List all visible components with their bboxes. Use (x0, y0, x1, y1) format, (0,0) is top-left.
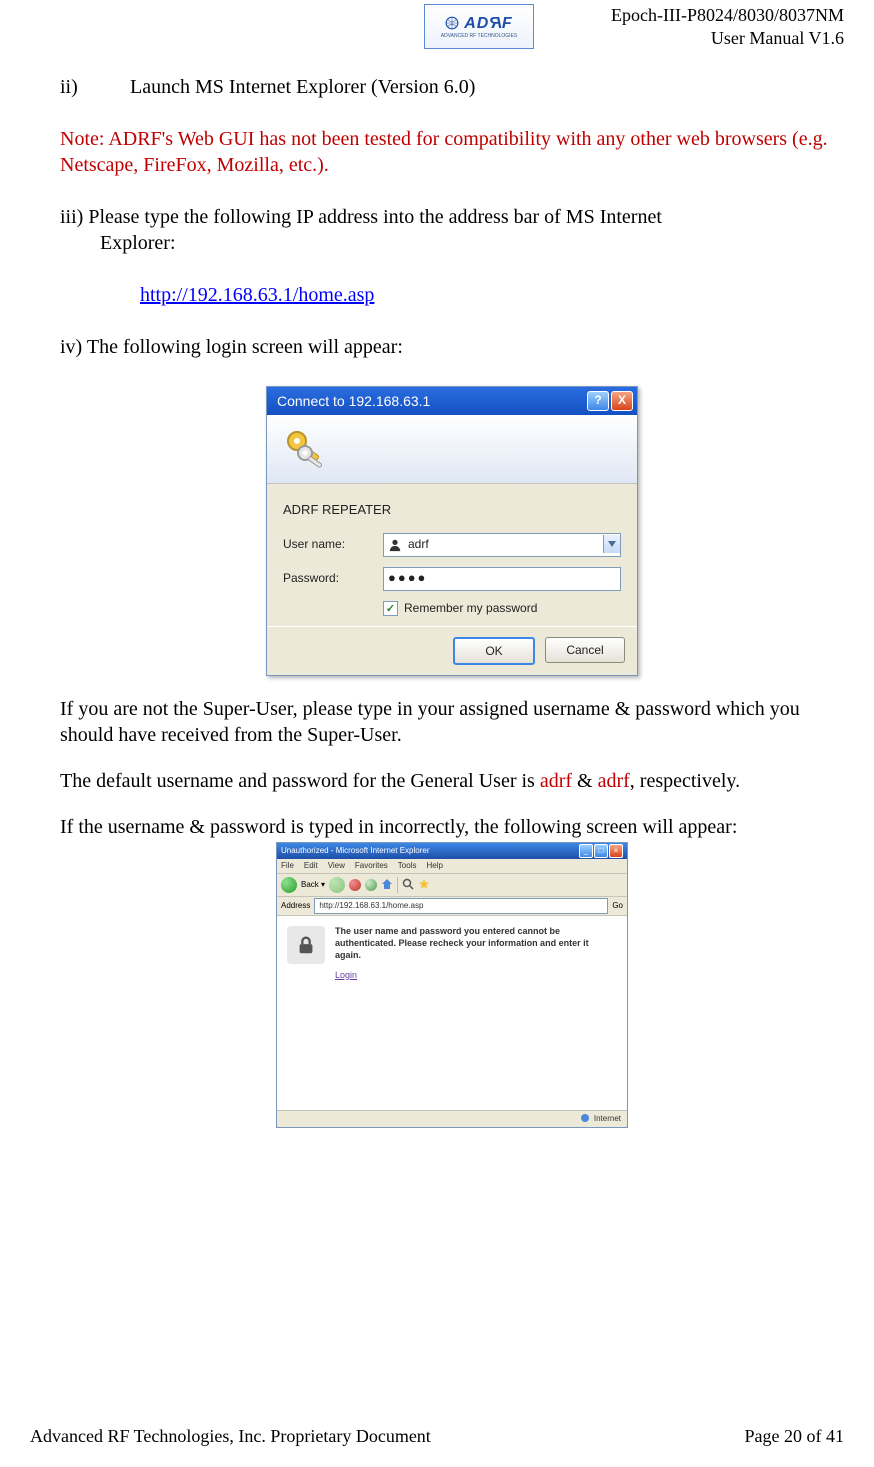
menu-view[interactable]: View (328, 861, 345, 871)
home-icon[interactable] (381, 878, 393, 893)
manual-version: User Manual V1.6 (554, 27, 844, 50)
remember-checkbox[interactable]: ✓ (383, 601, 398, 616)
item-iii: iii) Please type the following IP addres… (60, 204, 844, 256)
ie-statusbar: Internet (277, 1110, 627, 1127)
logo-area: ADRF ADVANCED RF TECHNOLOGIES (30, 4, 554, 49)
stop-icon[interactable] (349, 879, 361, 891)
forward-icon[interactable] (329, 877, 345, 893)
dialog-body: ADRF REPEATER User name: adrf (267, 484, 637, 626)
username-value: adrf (408, 537, 429, 553)
ie-window: Unauthorized - Microsoft Internet Explor… (276, 842, 628, 1128)
dialog-banner (267, 415, 637, 484)
remember-label: Remember my password (404, 601, 537, 617)
search-icon[interactable] (402, 878, 414, 893)
ie-title-text: Unauthorized - Microsoft Internet Explor… (281, 846, 430, 856)
close-icon[interactable]: X (611, 391, 633, 411)
dialog-title: Connect to 192.168.63.1 (277, 392, 585, 410)
ie-titlebar: Unauthorized - Microsoft Internet Explor… (277, 843, 627, 859)
close-icon[interactable]: × (609, 844, 623, 858)
address-value: http://192.168.63.1/home.asp (319, 901, 423, 911)
footer-left: Advanced RF Technologies, Inc. Proprieta… (30, 1426, 431, 1447)
item-ii: ii) Launch MS Internet Explorer (Version… (60, 74, 844, 100)
page-footer: Advanced RF Technologies, Inc. Proprieta… (30, 1426, 844, 1447)
item-iii-line1: iii) Please type the following IP addres… (60, 204, 844, 230)
dialog-buttons: OK Cancel (267, 626, 637, 675)
document-content: ii) Launch MS Internet Explorer (Version… (30, 49, 844, 1128)
connect-dialog: Connect to 192.168.63.1 ? X ADRF REPEATE… (266, 386, 638, 676)
item-iv: iv) The following login screen will appe… (60, 334, 844, 360)
remember-row[interactable]: ✓ Remember my password (383, 601, 621, 617)
password-field[interactable]: ●●●● (383, 567, 621, 591)
page-header: ADRF ADVANCED RF TECHNOLOGIES Epoch-III-… (30, 0, 844, 49)
address-field[interactable]: http://192.168.63.1/home.asp (314, 898, 608, 914)
username-label: User name: (283, 537, 383, 553)
dropdown-icon[interactable] (603, 535, 620, 553)
login-link[interactable]: Login (335, 970, 617, 982)
auth-realm: ADRF REPEATER (283, 502, 621, 519)
dialog-titlebar: Connect to 192.168.63.1 ? X (267, 387, 637, 415)
password-row: Password: ●●●● (283, 567, 621, 591)
go-button[interactable]: Go (612, 901, 623, 911)
login-dialog-figure: Connect to 192.168.63.1 ? X ADRF REPEATE… (60, 386, 844, 676)
menu-edit[interactable]: Edit (304, 861, 318, 871)
lock-icon (287, 926, 325, 964)
favorites-icon[interactable] (418, 878, 430, 893)
item-ii-number: ii) (60, 74, 130, 100)
error-screen-figure: Unauthorized - Microsoft Internet Explor… (60, 842, 844, 1128)
status-text: Internet (594, 1114, 621, 1124)
menu-favorites[interactable]: Favorites (355, 861, 388, 871)
default-username: adrf (540, 770, 572, 792)
minimize-icon[interactable]: _ (579, 844, 593, 858)
ok-button[interactable]: OK (453, 637, 535, 665)
menu-tools[interactable]: Tools (398, 861, 417, 871)
auth-error-text: The user name and password you entered c… (335, 926, 617, 961)
compatibility-note: Note: ADRF's Web GUI has not been tested… (60, 126, 844, 178)
default-creds-para: The default username and password for th… (60, 768, 844, 794)
username-row: User name: adrf (283, 533, 621, 557)
help-icon[interactable]: ? (587, 391, 609, 411)
address-label: Address (281, 901, 310, 911)
creds-prefix: The default username and password for th… (60, 770, 540, 792)
footer-right: Page 20 of 41 (745, 1426, 844, 1447)
creds-amp: & (572, 770, 598, 792)
username-field[interactable]: adrf (383, 533, 621, 557)
super-user-para: If you are not the Super-User, please ty… (60, 696, 844, 748)
password-label: Password: (283, 571, 383, 587)
ie-toolbar: Back ▾ (277, 874, 627, 897)
product-name: Epoch-III-P8024/8030/8037NM (554, 4, 844, 27)
adrf-logo: ADRF ADVANCED RF TECHNOLOGIES (424, 4, 534, 49)
ie-content: The user name and password you entered c… (277, 916, 627, 1110)
cancel-button[interactable]: Cancel (545, 637, 625, 663)
ie-menubar: File Edit View Favorites Tools Help (277, 859, 627, 874)
refresh-icon[interactable] (365, 879, 377, 891)
keys-icon (281, 423, 329, 471)
item-iii-line2: Explorer: (60, 230, 844, 256)
back-icon[interactable] (281, 877, 297, 893)
creds-suffix: , respectively. (630, 770, 740, 792)
password-value: ●●●● (388, 570, 427, 587)
person-icon (388, 538, 402, 552)
menu-help[interactable]: Help (426, 861, 442, 871)
default-password: adrf (598, 770, 630, 792)
ip-url-link[interactable]: http://192.168.63.1/home.asp (140, 282, 844, 308)
wrong-login-para: If the username & password is typed in i… (60, 814, 844, 840)
header-right: Epoch-III-P8024/8030/8037NM User Manual … (554, 4, 844, 49)
globe-icon (580, 1113, 590, 1126)
item-ii-text: Launch MS Internet Explorer (Version 6.0… (130, 74, 475, 100)
menu-file[interactable]: File (281, 861, 294, 871)
ie-addressbar: Address http://192.168.63.1/home.asp Go (277, 897, 627, 916)
maximize-icon[interactable]: □ (594, 844, 608, 858)
